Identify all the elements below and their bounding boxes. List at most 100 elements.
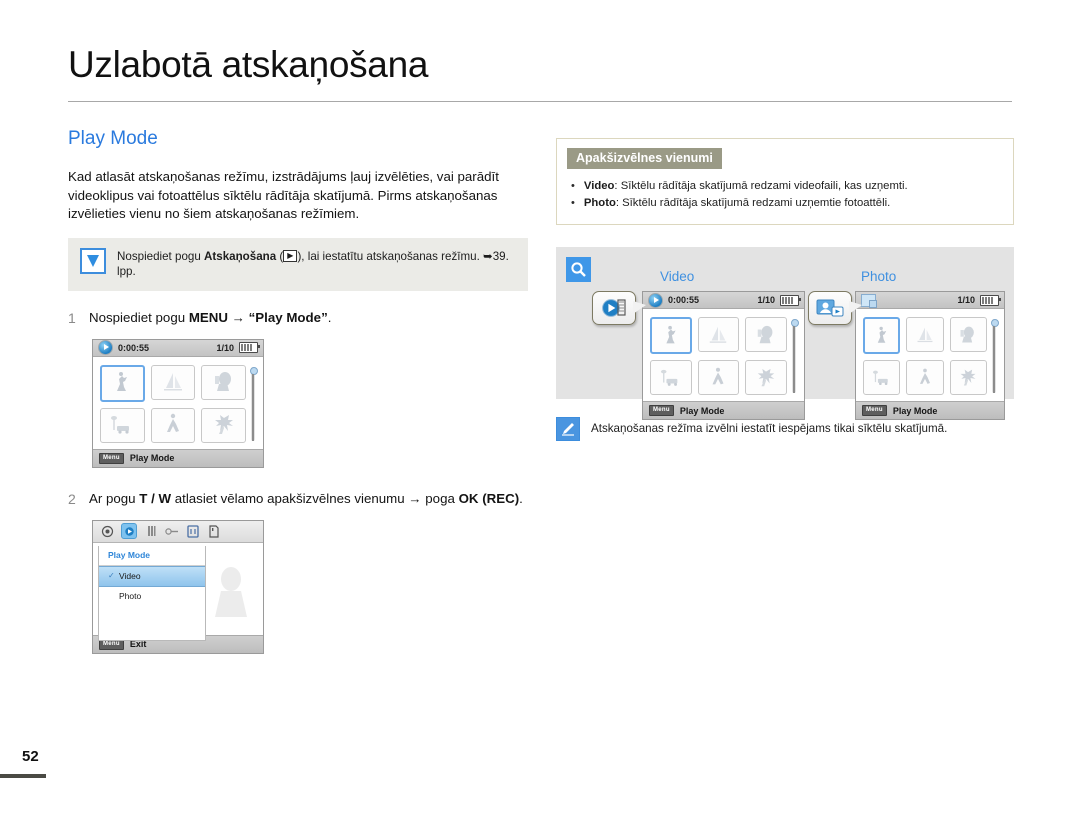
step-1-menu-label: MENU [188, 309, 228, 325]
section-title: Play Mode [68, 128, 158, 149]
thumbnail-item[interactable] [150, 364, 196, 400]
note-text-mid: ( [276, 249, 284, 263]
photo-play-callout-icon [808, 291, 862, 325]
lcd-footer-bar: Menu Play Mode [93, 448, 263, 467]
submenu-items-box: Apakšizvēlnes vienumi • Video: Sīktēlu r… [556, 138, 1014, 225]
preview-scrollbar[interactable] [791, 319, 799, 393]
menu-item-label: Photo [119, 591, 142, 601]
tab-play-mode-icon[interactable] [121, 523, 137, 539]
thumbnail-item[interactable] [745, 317, 787, 352]
lcd-video-preview: 0:00:55 1/10 Menu Play Mode [642, 291, 805, 420]
photo-preview-footer: Menu Play Mode [856, 401, 1004, 419]
step-1: 1 Nospiediet pogu MENU → “Play Mode”. [68, 309, 528, 327]
step-2-text: Ar pogu T / W atlasiet vēlamo apakšizvēl… [89, 490, 523, 508]
list-item: • Video: Sīktēlu rādītāja skatījumā redz… [571, 178, 999, 195]
menu-tab-bar [93, 520, 263, 543]
play-button-glyph: ▶ [283, 250, 298, 263]
lcd-photo-preview: 1/10 Menu Play Mode [855, 291, 1005, 420]
tab-card-icon[interactable] [207, 524, 221, 538]
photo-preview-counter: 1/10 [957, 295, 975, 305]
tab-display-icon[interactable] [144, 524, 158, 538]
thumbnail-item[interactable] [697, 360, 740, 395]
illustration-label-video: Video [660, 269, 695, 284]
thumbnail-item[interactable] [949, 317, 987, 352]
play-mode-icon [648, 292, 663, 308]
tip-text: Atskaņošanas režīma izvēlni iestatīt ies… [591, 422, 948, 435]
bullet-dot: • [571, 197, 575, 209]
step-1-text: Nospiediet pogu MENU → “Play Mode”. [89, 309, 331, 327]
thumbnail-item[interactable] [100, 364, 145, 402]
tab-settings-icon[interactable] [165, 524, 179, 538]
thumbnail-item[interactable] [650, 360, 692, 395]
lcd-scrollbar[interactable] [250, 366, 258, 441]
battery-icon [239, 342, 260, 353]
step-2: 2 Ar pogu T / W atlasiet vēlamo apakšizv… [68, 490, 528, 508]
illustration-label-photo: Photo [861, 269, 897, 284]
thumbnail-grid [100, 364, 246, 443]
lcd-status-bar: 0:00:55 1/10 [93, 339, 263, 357]
thumbnail-item[interactable] [949, 360, 987, 395]
video-preview-body [643, 309, 804, 401]
video-play-callout-icon [592, 291, 646, 325]
page-title: Uzlabotā atskaņošana [68, 44, 429, 85]
lcd-timecode: 0:00:55 [118, 342, 150, 353]
thumbnail-item[interactable] [100, 407, 145, 443]
thumbnail-item[interactable] [863, 360, 901, 395]
lcd-thumbnail-screen: 0:00:55 1/10 Menu Play Mode [92, 338, 264, 468]
step-1-text-before: Nospiediet pogu [89, 309, 189, 325]
submenu-bullet-list: • Video: Sīktēlu rādītāja skatījumā redz… [557, 178, 1013, 212]
tab-storage-icon[interactable] [186, 524, 200, 538]
thumbnail-item[interactable] [201, 364, 246, 400]
tab-record-icon[interactable] [100, 524, 114, 538]
thumbnail-item[interactable] [745, 360, 787, 395]
background-thumbnail-ghost [215, 566, 247, 617]
menu-key-badge: Menu [862, 405, 887, 416]
menu-panel-title: Play Mode [99, 546, 205, 566]
menu-item-photo[interactable]: Photo [99, 587, 205, 606]
thumbnail-item[interactable] [697, 317, 740, 352]
thumbnail-grid [650, 317, 787, 395]
menu-item-video[interactable]: ✓ Video [99, 565, 205, 587]
step-2-text-before: Ar pogu [89, 490, 140, 506]
step-1-arrow: → [227, 309, 249, 325]
menu-key-badge: Menu [99, 452, 124, 464]
preview-scrollbar[interactable] [991, 319, 999, 393]
intro-paragraph: Kad atlasāt atskaņošanas režīmu, izstrād… [68, 169, 499, 221]
left-column: Kad atlasāt atskaņošanas režīmu, izstrād… [68, 168, 528, 654]
photo-preview-body [856, 309, 1004, 401]
step-1-text-after: . [327, 309, 332, 325]
photo-mode-icon [861, 293, 877, 308]
thumbnail-grid [863, 317, 987, 395]
note-text-before: Nospiediet pogu [117, 249, 205, 263]
video-preview-counter: 1/10 [757, 295, 775, 305]
photo-preview-footer-label: Play Mode [892, 405, 938, 416]
bullet-dot: • [571, 180, 575, 192]
menu-content-area: Play Mode ✓ Video Photo [93, 542, 263, 641]
step-2-tw-label: T / W [139, 490, 172, 506]
thumbnail-item[interactable] [201, 407, 246, 443]
bullet-text: Photo: Sīktēlu rādītāja skatījumā redzam… [584, 195, 890, 212]
magnifier-icon [566, 257, 591, 282]
video-preview-timecode: 0:00:55 [668, 295, 700, 305]
step-2-ok-label: OK (REC) [458, 490, 520, 506]
bullet-text: Video: Sīktēlu rādītāja skatījumā redzam… [584, 178, 908, 195]
menu-item-label: Video [119, 571, 141, 581]
thumbnail-item[interactable] [906, 317, 944, 352]
list-item: • Photo: Sīktēlu rādītāja skatījumā redz… [571, 195, 999, 212]
pen-tip-icon [556, 417, 580, 441]
footer-rule [0, 774, 46, 778]
page-number: 52 [22, 748, 39, 765]
thumbnail-item[interactable] [863, 317, 901, 354]
lcd-counter: 1/10 [216, 342, 234, 353]
note-text: Nospiediet pogu Atskaņošana (▶), lai ies… [117, 248, 516, 280]
thumbnail-item[interactable] [906, 360, 944, 395]
thumbnail-item[interactable] [650, 317, 692, 354]
menu-key-badge: Menu [649, 405, 674, 416]
thumbnail-item[interactable] [150, 407, 196, 443]
check-icon: ✓ [108, 571, 115, 580]
step-2-number: 2 [68, 490, 76, 507]
menu-footer-label: Exit [129, 639, 147, 649]
tip-row: Atskaņošanas režīma izvēlni iestatīt ies… [556, 417, 1014, 441]
menu-panel: Play Mode ✓ Video Photo [98, 545, 206, 641]
video-preview-status-bar: 0:00:55 1/10 [643, 292, 804, 309]
